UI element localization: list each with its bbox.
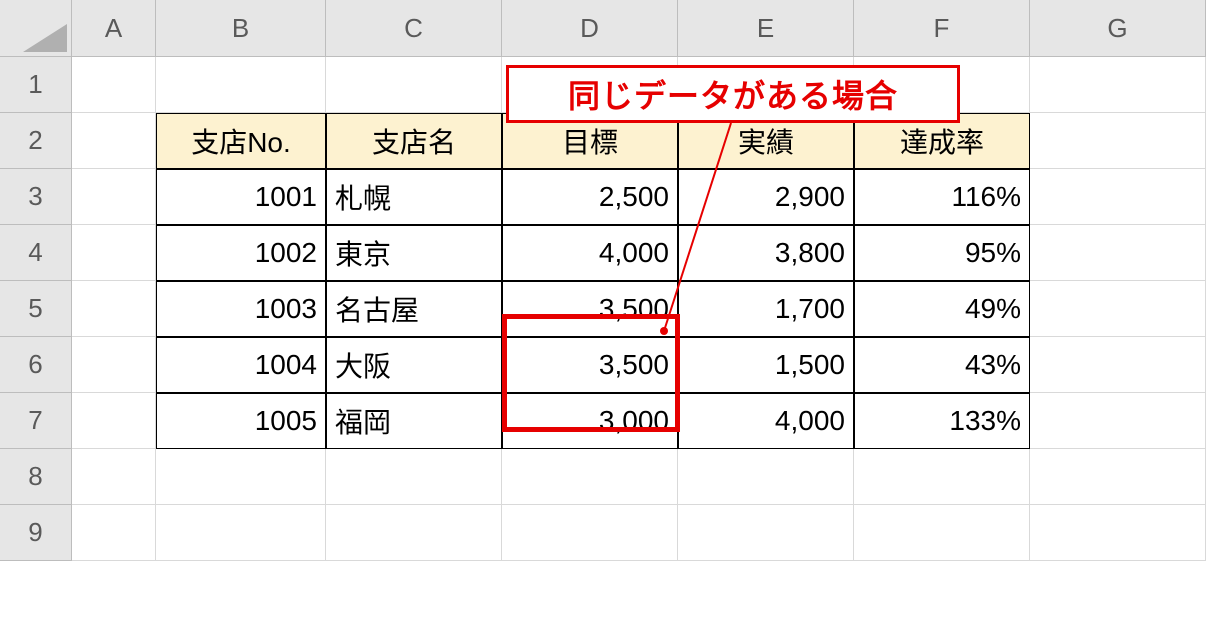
cell-A2[interactable] <box>72 113 156 169</box>
cell-G3[interactable] <box>1030 169 1206 225</box>
cell-F7[interactable]: 133% <box>854 393 1030 449</box>
cell-F4[interactable]: 95% <box>854 225 1030 281</box>
cell-G9[interactable] <box>1030 505 1206 561</box>
cell-A3[interactable] <box>72 169 156 225</box>
cell-C3[interactable]: 札幌 <box>326 169 502 225</box>
cell-D4[interactable]: 4,000 <box>502 225 678 281</box>
cell-C4[interactable]: 東京 <box>326 225 502 281</box>
cell-G6[interactable] <box>1030 337 1206 393</box>
cell-B1[interactable] <box>156 57 326 113</box>
cell-F3[interactable]: 116% <box>854 169 1030 225</box>
row-header-5[interactable]: 5 <box>0 281 72 337</box>
cell-D3[interactable]: 2,500 <box>502 169 678 225</box>
cell-A8[interactable] <box>72 449 156 505</box>
cell-A7[interactable] <box>72 393 156 449</box>
cell-G7[interactable] <box>1030 393 1206 449</box>
cell-G4[interactable] <box>1030 225 1206 281</box>
cell-A4[interactable] <box>72 225 156 281</box>
cell-B3[interactable]: 1001 <box>156 169 326 225</box>
cell-D8[interactable] <box>502 449 678 505</box>
cell-C7[interactable]: 福岡 <box>326 393 502 449</box>
cell-C6[interactable]: 大阪 <box>326 337 502 393</box>
cell-E8[interactable] <box>678 449 854 505</box>
cell-E4[interactable]: 3,800 <box>678 225 854 281</box>
cell-E5[interactable]: 1,700 <box>678 281 854 337</box>
col-header-C[interactable]: C <box>326 0 502 57</box>
cell-B7[interactable]: 1005 <box>156 393 326 449</box>
cell-G8[interactable] <box>1030 449 1206 505</box>
cell-A1[interactable] <box>72 57 156 113</box>
cell-E9[interactable] <box>678 505 854 561</box>
cell-B8[interactable] <box>156 449 326 505</box>
cell-B4[interactable]: 1002 <box>156 225 326 281</box>
cell-C9[interactable] <box>326 505 502 561</box>
cell-C8[interactable] <box>326 449 502 505</box>
col-header-G[interactable]: G <box>1030 0 1206 57</box>
select-all-corner[interactable] <box>0 0 72 57</box>
cell-A5[interactable] <box>72 281 156 337</box>
cell-B9[interactable] <box>156 505 326 561</box>
cell-F8[interactable] <box>854 449 1030 505</box>
col-header-A[interactable]: A <box>72 0 156 57</box>
cell-G1[interactable] <box>1030 57 1206 113</box>
row-header-6[interactable]: 6 <box>0 337 72 393</box>
row-header-7[interactable]: 7 <box>0 393 72 449</box>
cell-A9[interactable] <box>72 505 156 561</box>
cell-B6[interactable]: 1004 <box>156 337 326 393</box>
cell-D6[interactable]: 3,500 <box>502 337 678 393</box>
callout-annotation: 同じデータがある場合 <box>506 65 960 123</box>
cell-E7[interactable]: 4,000 <box>678 393 854 449</box>
cell-C5[interactable]: 名古屋 <box>326 281 502 337</box>
col-header-E[interactable]: E <box>678 0 854 57</box>
cell-F5[interactable]: 49% <box>854 281 1030 337</box>
cell-D9[interactable] <box>502 505 678 561</box>
row-header-1[interactable]: 1 <box>0 57 72 113</box>
col-header-F[interactable]: F <box>854 0 1030 57</box>
cell-D7[interactable]: 3,000 <box>502 393 678 449</box>
cell-C1[interactable] <box>326 57 502 113</box>
cell-A6[interactable] <box>72 337 156 393</box>
cell-F6[interactable]: 43% <box>854 337 1030 393</box>
cell-F9[interactable] <box>854 505 1030 561</box>
cell-G5[interactable] <box>1030 281 1206 337</box>
row-header-8[interactable]: 8 <box>0 449 72 505</box>
row-header-9[interactable]: 9 <box>0 505 72 561</box>
col-header-B[interactable]: B <box>156 0 326 57</box>
col-header-D[interactable]: D <box>502 0 678 57</box>
cell-G2[interactable] <box>1030 113 1206 169</box>
header-branch-name[interactable]: 支店名 <box>326 113 502 169</box>
cell-E6[interactable]: 1,500 <box>678 337 854 393</box>
row-header-2[interactable]: 2 <box>0 113 72 169</box>
cell-B5[interactable]: 1003 <box>156 281 326 337</box>
row-header-3[interactable]: 3 <box>0 169 72 225</box>
cell-D5[interactable]: 3,500 <box>502 281 678 337</box>
cell-E3[interactable]: 2,900 <box>678 169 854 225</box>
header-branch-no[interactable]: 支店No. <box>156 113 326 169</box>
row-header-4[interactable]: 4 <box>0 225 72 281</box>
